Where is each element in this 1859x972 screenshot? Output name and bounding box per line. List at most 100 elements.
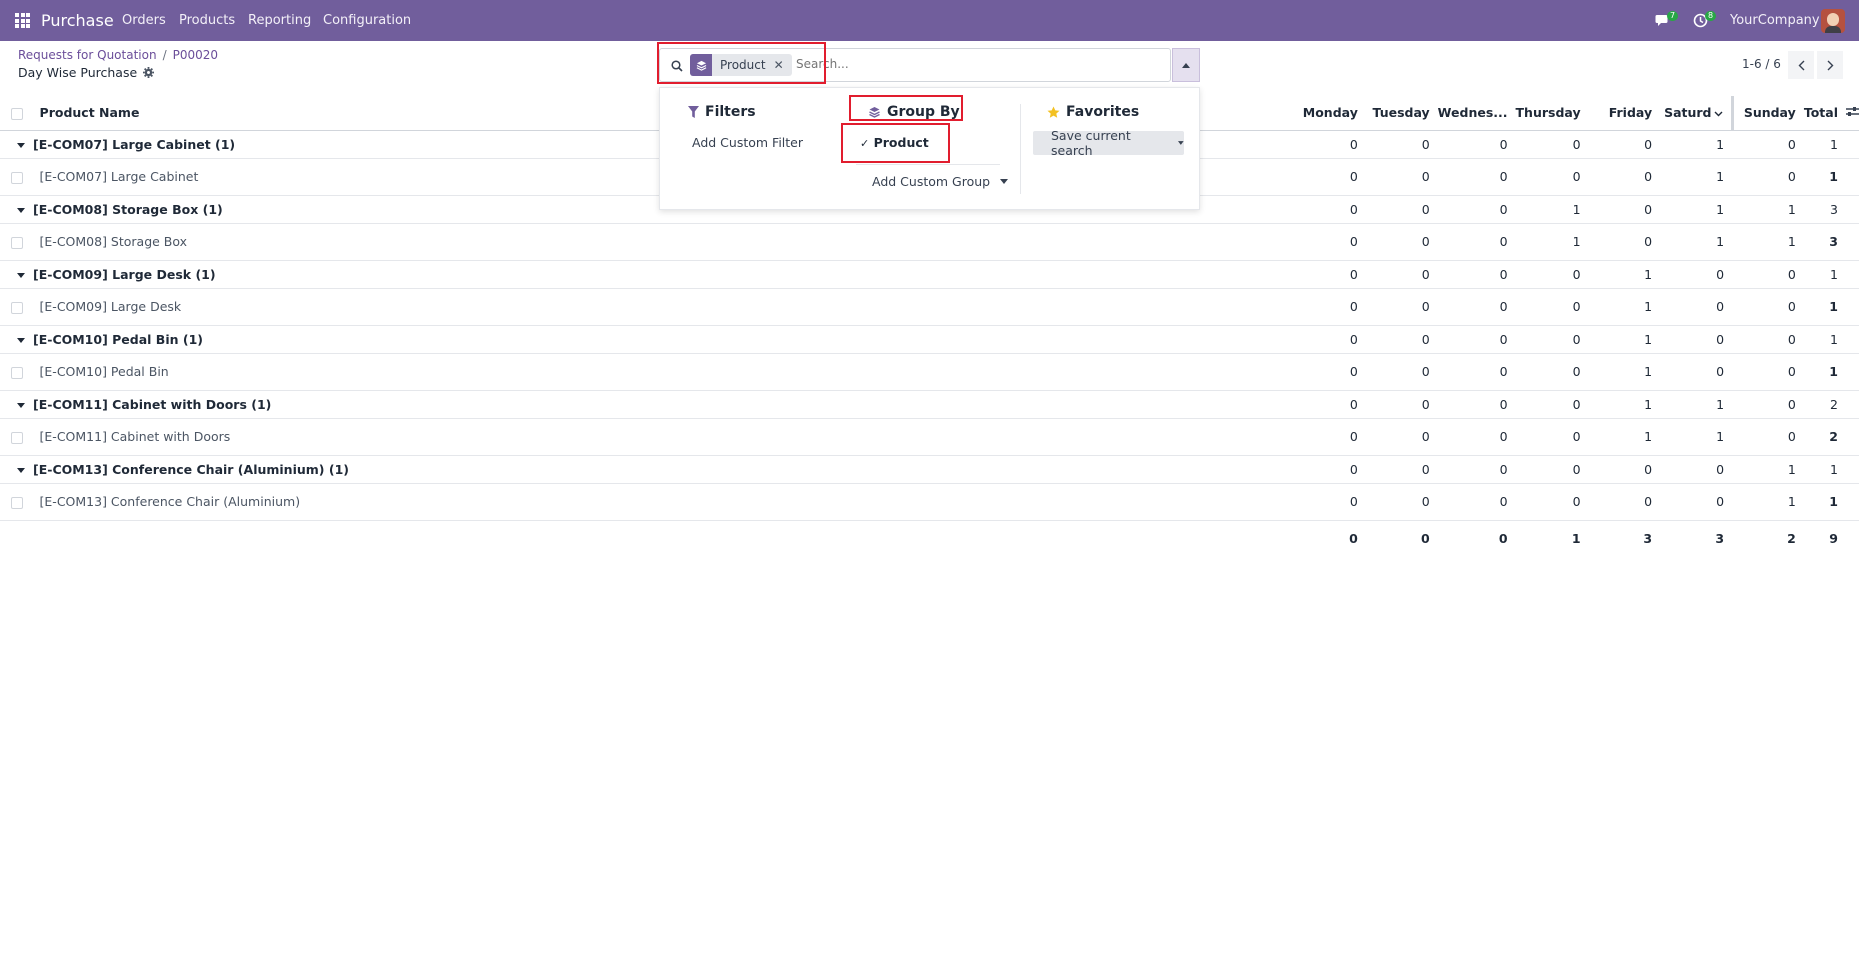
friday-cell: 0 <box>1588 158 1661 196</box>
tuesday-cell: 0 <box>1365 158 1438 196</box>
col-saturday[interactable]: Saturd <box>1660 96 1734 131</box>
group-wednesday-cell: 0 <box>1437 325 1516 354</box>
row-checkbox[interactable] <box>10 171 23 184</box>
product-name-cell[interactable]: [E-COM09] Large Desk <box>33 288 1295 326</box>
messages-icon[interactable] <box>1655 0 1671 41</box>
table-row[interactable]: [E-COM09] Large Desk 0 0 0 0 1 0 0 1 <box>0 288 1859 326</box>
breadcrumb-current-link[interactable]: P00020 <box>173 48 218 62</box>
chevron-left-icon <box>1798 60 1804 70</box>
col-thursday[interactable]: Thursday <box>1515 96 1589 131</box>
group-monday-cell: 0 <box>1294 130 1366 159</box>
sunday-cell: 0 <box>1732 353 1804 391</box>
sunday-cell: 0 <box>1732 288 1804 326</box>
user-avatar[interactable] <box>1821 9 1845 33</box>
pager-next-button[interactable] <box>1817 51 1843 79</box>
thursday-cell: 1 <box>1515 223 1589 261</box>
group-row[interactable]: [E-COM11] Cabinet with Doors (1) 0 0 0 0 1 1 0 2 <box>0 390 1859 419</box>
table-row[interactable]: [E-COM10] Pedal Bin 0 0 0 0 1 0 0 1 <box>0 353 1859 391</box>
company-switcher[interactable]: YourCompany <box>1730 13 1820 28</box>
group-row[interactable]: [E-COM09] Large Desk (1) 0 0 0 0 1 0 0 1 <box>0 260 1859 289</box>
total-cell: 1 <box>1803 353 1846 391</box>
pager-previous-button[interactable] <box>1788 51 1814 79</box>
group-total-cell: 2 <box>1803 390 1846 419</box>
col-monday[interactable]: Monday <box>1294 96 1366 131</box>
search-options-toggle[interactable] <box>1172 48 1200 82</box>
total-tuesday: 0 <box>1365 519 1438 556</box>
search-bar[interactable]: Product ✕ <box>659 48 1171 82</box>
menu-products[interactable]: Products <box>179 13 235 28</box>
table-row[interactable]: [E-COM11] Cabinet with Doors 0 0 0 0 1 1 0 2 <box>0 418 1859 456</box>
row-checkbox[interactable] <box>10 431 23 444</box>
search-input[interactable] <box>796 57 1156 71</box>
total-sunday: 2 <box>1732 519 1804 556</box>
monday-cell: 0 <box>1294 418 1366 456</box>
view-title: Day Wise Purchase <box>18 65 138 80</box>
group-label: [E-COM11] Cabinet with Doors (1) <box>33 396 272 412</box>
tuesday-cell: 0 <box>1365 353 1438 391</box>
group-monday-cell: 0 <box>1294 325 1366 354</box>
group-total-cell: 1 <box>1803 260 1846 289</box>
groupby-divider <box>856 164 1000 165</box>
menu-orders[interactable]: Orders <box>122 13 166 28</box>
product-name-cell[interactable]: [E-COM10] Pedal Bin <box>33 353 1295 391</box>
total-monday: 0 <box>1294 519 1366 556</box>
breadcrumb-parent-link[interactable]: Requests for Quotation <box>18 48 157 62</box>
activities-badge: 8 <box>1705 11 1717 21</box>
table-row[interactable]: [E-COM13] Conference Chair (Aluminium) 0 0… <box>0 483 1859 521</box>
groupby-header: Group By <box>868 104 960 120</box>
product-name-cell[interactable]: [E-COM08] Storage Box <box>33 223 1295 261</box>
top-navbar: Purchase Orders Products Reporting Confi… <box>0 0 1859 41</box>
groupby-option-product[interactable]: ✓ Product <box>860 135 929 150</box>
pager-value[interactable]: 1-6 / 6 <box>1742 57 1781 71</box>
activities-icon[interactable] <box>1693 0 1708 41</box>
row-checkbox[interactable] <box>10 236 23 249</box>
product-name-cell[interactable]: [E-COM11] Cabinet with Doors <box>33 418 1295 456</box>
col-friday[interactable]: Friday <box>1588 96 1661 131</box>
total-thursday: 1 <box>1515 519 1589 556</box>
wednesday-cell: 0 <box>1437 288 1516 326</box>
add-custom-group-select[interactable]: Add Custom Group <box>872 174 1009 189</box>
group-saturday-cell: 1 <box>1660 195 1733 224</box>
saturday-cell: 1 <box>1660 418 1733 456</box>
select-all-checkbox[interactable] <box>10 107 23 120</box>
apps-menu-icon[interactable] <box>15 13 30 28</box>
menu-configuration[interactable]: Configuration <box>323 13 411 28</box>
group-monday-cell: 0 <box>1294 390 1366 419</box>
saturday-cell: 1 <box>1660 158 1733 196</box>
optional-columns-toggle[interactable] <box>1846 96 1859 131</box>
group-monday-cell: 0 <box>1294 195 1366 224</box>
col-sunday[interactable]: Sunday <box>1732 96 1804 131</box>
monday-cell: 0 <box>1294 223 1366 261</box>
product-name-cell[interactable]: [E-COM13] Conference Chair (Aluminium) <box>33 483 1295 521</box>
row-checkbox[interactable] <box>10 301 23 314</box>
total-cell: 1 <box>1803 483 1846 521</box>
group-total-cell: 1 <box>1803 325 1846 354</box>
menu-reporting[interactable]: Reporting <box>248 13 311 28</box>
group-friday-cell: 0 <box>1588 455 1661 484</box>
group-label: [E-COM13] Conference Chair (Aluminium) (… <box>33 461 349 477</box>
monday-cell: 0 <box>1294 483 1366 521</box>
favorites-divider <box>1020 104 1021 194</box>
add-custom-filter[interactable]: Add Custom Filter <box>692 135 803 150</box>
gear-icon[interactable] <box>143 67 155 78</box>
save-current-search-button[interactable]: Save current search <box>1033 128 1184 158</box>
group-wednesday-cell: 0 <box>1437 130 1516 159</box>
col-total[interactable]: Total <box>1803 96 1846 131</box>
table-row[interactable]: [E-COM08] Storage Box 0 0 0 1 0 1 1 3 <box>0 223 1859 261</box>
group-tuesday-cell: 0 <box>1365 260 1438 289</box>
friday-cell: 1 <box>1588 418 1661 456</box>
col-wednesday[interactable]: Wednes... <box>1437 96 1516 131</box>
facet-remove-icon[interactable]: ✕ <box>774 58 792 72</box>
row-checkbox[interactable] <box>10 366 23 379</box>
group-tuesday-cell: 0 <box>1365 130 1438 159</box>
group-row[interactable]: [E-COM10] Pedal Bin (1) 0 0 0 0 1 0 0 1 <box>0 325 1859 354</box>
group-sunday-cell: 0 <box>1732 260 1804 289</box>
group-row[interactable]: [E-COM13] Conference Chair (Aluminium) (… <box>0 455 1859 484</box>
tuesday-cell: 0 <box>1365 483 1438 521</box>
col-tuesday[interactable]: Tuesday <box>1365 96 1438 131</box>
groupby-facet[interactable]: Product ✕ <box>690 54 792 76</box>
group-thursday-cell: 1 <box>1515 195 1589 224</box>
app-name[interactable]: Purchase <box>41 11 114 30</box>
row-checkbox[interactable] <box>10 496 23 509</box>
group-saturday-cell: 1 <box>1660 130 1733 159</box>
